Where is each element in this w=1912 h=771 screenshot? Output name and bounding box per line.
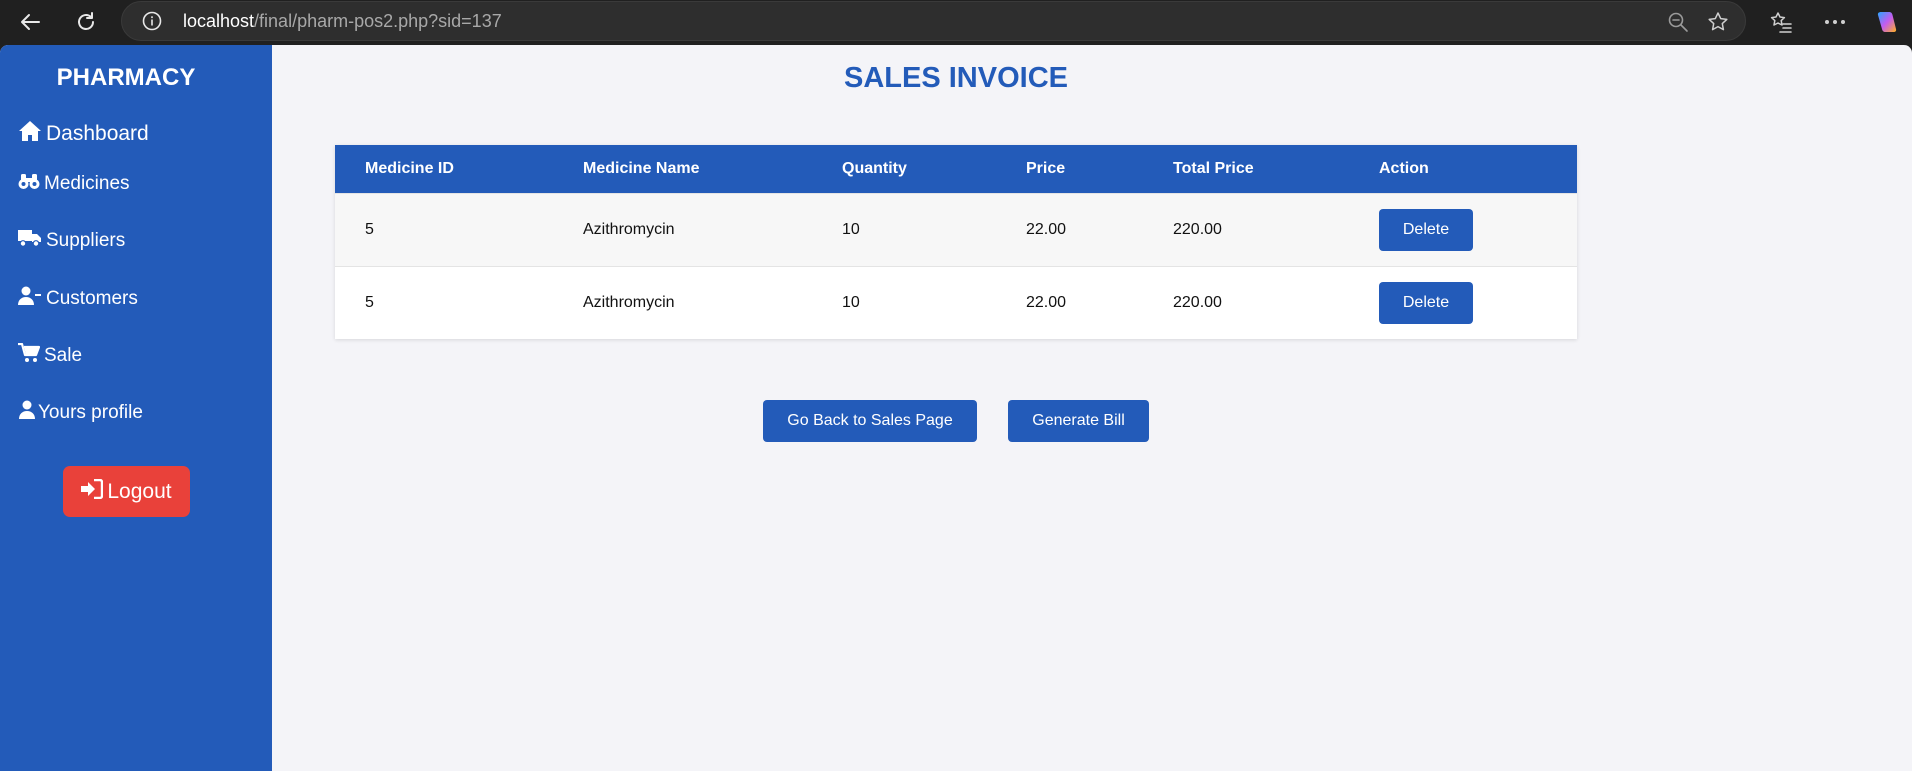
cell-quantity: 10 xyxy=(842,293,860,311)
cell-action: Delete xyxy=(1349,193,1577,266)
logout-label: Logout xyxy=(107,479,172,503)
header-total-price: Total Price xyxy=(1173,159,1254,177)
user-icon xyxy=(18,400,40,426)
site-info-icon[interactable] xyxy=(142,11,162,36)
brand-title: PHARMACY xyxy=(56,64,196,91)
address-bar[interactable]: localhost/final/pharm-pos2.php?sid=137 xyxy=(121,1,1746,41)
cell-price: 22.00 xyxy=(1026,220,1067,238)
more-options-icon[interactable] xyxy=(1819,6,1851,38)
sidebar-item-dashboard[interactable]: Dashboard xyxy=(18,120,149,148)
sidebar-item-label: Dashboard xyxy=(46,122,149,145)
invoice-table: Medicine ID Medicine Name Quantity Price… xyxy=(335,145,1577,339)
sign-in-icon xyxy=(81,478,107,505)
url-path: /final/pharm-pos2.php?sid=137 xyxy=(254,11,502,31)
invoice-table-container: Medicine ID Medicine Name Quantity Price… xyxy=(335,145,1577,339)
browser-toolbar: localhost/final/pharm-pos2.php?sid=137 xyxy=(0,0,1912,45)
page-title: SALES INVOICE xyxy=(844,62,1068,94)
go-back-button[interactable]: Go Back to Sales Page xyxy=(763,400,977,442)
header-price: Price xyxy=(1026,159,1066,177)
sidebar-item-medicines[interactable]: Medicines xyxy=(18,172,130,196)
cell-medicine-name: Azithromycin xyxy=(583,220,675,238)
cell-total-price: 220.00 xyxy=(1173,220,1222,238)
favorite-star-icon[interactable] xyxy=(1706,10,1730,39)
header-medicine-name: Medicine Name xyxy=(583,159,700,177)
sidebar-item-profile[interactable]: Yours profile xyxy=(18,400,143,426)
table-header-row: Medicine ID Medicine Name Quantity Price… xyxy=(335,145,1577,193)
delete-button[interactable]: Delete xyxy=(1379,281,1473,324)
sidebar-item-label: Yours profile xyxy=(38,402,143,423)
sidebar-item-label: Customers xyxy=(46,288,138,309)
cell-medicine-id: 5 xyxy=(365,293,374,311)
sidebar-item-suppliers[interactable]: Suppliers xyxy=(18,229,125,253)
truck-icon xyxy=(18,229,46,253)
generate-bill-button[interactable]: Generate Bill xyxy=(1008,400,1149,442)
page-viewport: PHARMACY Dashboard Medicines Suppliers C… xyxy=(0,45,1912,771)
sidebar-item-label: Suppliers xyxy=(46,230,126,251)
logout-button[interactable]: Logout xyxy=(63,466,190,517)
cell-medicine-id: 5 xyxy=(365,220,374,238)
header-quantity: Quantity xyxy=(842,159,907,177)
cell-medicine-name: Azithromycin xyxy=(583,293,675,311)
back-arrow-icon[interactable] xyxy=(14,6,46,38)
table-row: 5 Azithromycin 10 22.00 220.00 Delete xyxy=(335,193,1577,266)
header-medicine-id: Medicine ID xyxy=(365,159,454,177)
copilot-icon[interactable] xyxy=(1870,6,1902,38)
favorites-list-icon[interactable] xyxy=(1765,6,1797,38)
cell-total-price: 220.00 xyxy=(1173,293,1222,311)
sidebar: PHARMACY Dashboard Medicines Suppliers C… xyxy=(0,45,272,771)
user-minus-icon xyxy=(18,286,46,312)
cart-icon xyxy=(18,342,44,369)
sidebar-item-label: Sale xyxy=(44,345,83,366)
url-host: localhost xyxy=(183,11,255,31)
home-icon xyxy=(18,120,46,148)
sidebar-item-customers[interactable]: Customers xyxy=(18,286,138,312)
delete-button[interactable]: Delete xyxy=(1379,208,1473,251)
refresh-icon[interactable] xyxy=(70,6,102,38)
table-row: 5 Azithromycin 10 22.00 220.00 Delete xyxy=(335,266,1577,339)
sidebar-item-sale[interactable]: Sale xyxy=(18,342,83,369)
zoom-icon[interactable] xyxy=(1667,11,1689,38)
cell-action: Delete xyxy=(1349,266,1577,339)
url-text: localhost/final/pharm-pos2.php?sid=137 xyxy=(183,11,502,32)
binoculars-icon xyxy=(18,172,44,196)
sidebar-item-label: Medicines xyxy=(44,173,130,194)
cell-price: 22.00 xyxy=(1026,293,1067,311)
cell-quantity: 10 xyxy=(842,220,860,238)
header-action: Action xyxy=(1379,159,1429,177)
